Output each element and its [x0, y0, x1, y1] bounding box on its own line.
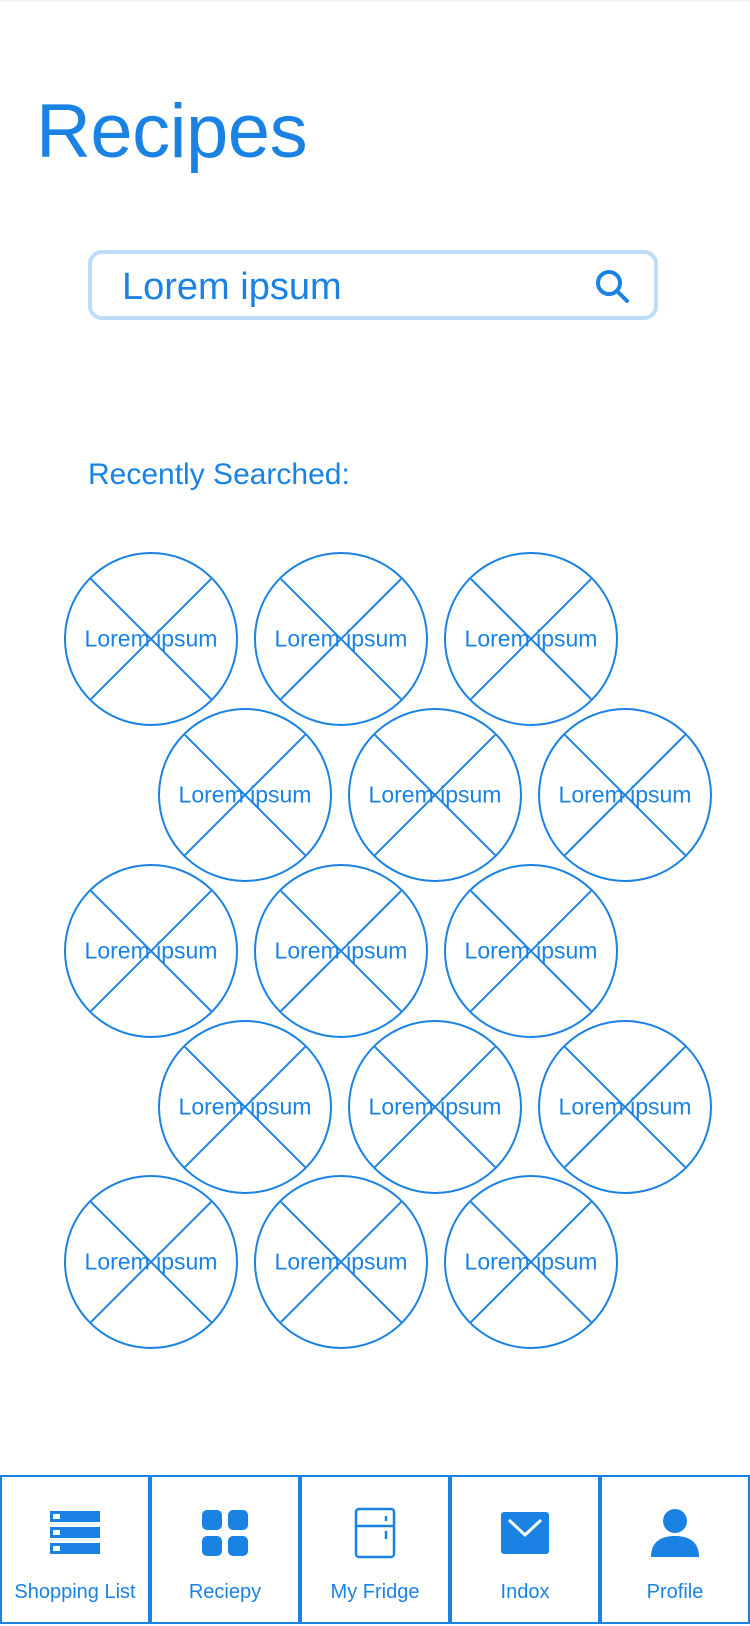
tab-profile[interactable]: Profile [600, 1475, 750, 1624]
tab-label: Shopping List [14, 1581, 136, 1603]
recent-search-label: Lorem ipsum [84, 625, 218, 652]
recent-search-label: Lorem ipsum [464, 937, 598, 964]
tab-label: Reciepy [188, 1581, 262, 1603]
recent-search-label: Lorem ipsum [274, 625, 408, 652]
recent-search-item[interactable]: Lorem ipsum [158, 1020, 332, 1194]
recent-search-item[interactable]: Lorem ipsum [348, 708, 522, 882]
recent-search-item[interactable]: Lorem ipsum [348, 1020, 522, 1194]
tab-shopping-list[interactable]: Shopping List [0, 1475, 150, 1624]
recent-search-item[interactable]: Lorem ipsum [444, 552, 618, 726]
recent-search-item[interactable]: Lorem ipsum [444, 864, 618, 1038]
recent-search-item[interactable]: Lorem ipsum [444, 1175, 618, 1349]
tab-label: My Fridge [330, 1581, 420, 1603]
grid-icon [202, 1510, 248, 1556]
recent-search-label: Lorem ipsum [464, 625, 598, 652]
recent-search-item[interactable]: Lorem ipsum [64, 552, 238, 726]
search-field[interactable]: Lorem ipsum [88, 250, 658, 320]
recent-search-item[interactable]: Lorem ipsum [64, 864, 238, 1038]
recent-search-item[interactable]: Lorem ipsum [254, 1175, 428, 1349]
recent-search-label: Lorem ipsum [368, 781, 502, 808]
recent-search-label: Lorem ipsum [558, 1093, 692, 1120]
recent-search-label: Lorem ipsum [84, 937, 218, 964]
recently-searched-label: Recently Searched: [88, 458, 350, 491]
recent-search-item[interactable]: Lorem ipsum [254, 864, 428, 1038]
tab-reciepy[interactable]: Reciepy [150, 1475, 300, 1624]
tab-label: Profile [646, 1581, 704, 1603]
page-title: Recipes [36, 89, 308, 174]
tab-indox[interactable]: Indox [450, 1475, 600, 1624]
recent-search-label: Lorem ipsum [84, 1248, 218, 1275]
search-icon[interactable] [594, 268, 630, 304]
recent-search-label: Lorem ipsum [464, 1248, 598, 1275]
recent-search-item[interactable]: Lorem ipsum [538, 708, 712, 882]
tab-my-fridge[interactable]: My Fridge [300, 1475, 450, 1624]
recent-search-label: Lorem ipsum [368, 1093, 502, 1120]
recent-search-label: Lorem ipsum [558, 781, 692, 808]
recent-search-item[interactable]: Lorem ipsum [64, 1175, 238, 1349]
recent-search-label: Lorem ipsum [178, 781, 312, 808]
recent-search-item[interactable]: Lorem ipsum [158, 708, 332, 882]
search-input-value[interactable]: Lorem ipsum [122, 266, 342, 309]
person-icon [651, 1509, 699, 1557]
recent-search-item[interactable]: Lorem ipsum [538, 1020, 712, 1194]
list-icon [50, 1511, 100, 1554]
recent-search-label: Lorem ipsum [178, 1093, 312, 1120]
bottom-tab-bar: Shopping List Reciepy My Fridge Indox Pr… [0, 1475, 750, 1626]
status-bar-divider [0, 0, 750, 2]
fridge-icon [354, 1507, 396, 1559]
recent-search-label: Lorem ipsum [274, 1248, 408, 1275]
tab-label: Indox [500, 1581, 550, 1603]
mail-icon [501, 1512, 549, 1554]
recent-search-item[interactable]: Lorem ipsum [254, 552, 428, 726]
recent-search-label: Lorem ipsum [274, 937, 408, 964]
